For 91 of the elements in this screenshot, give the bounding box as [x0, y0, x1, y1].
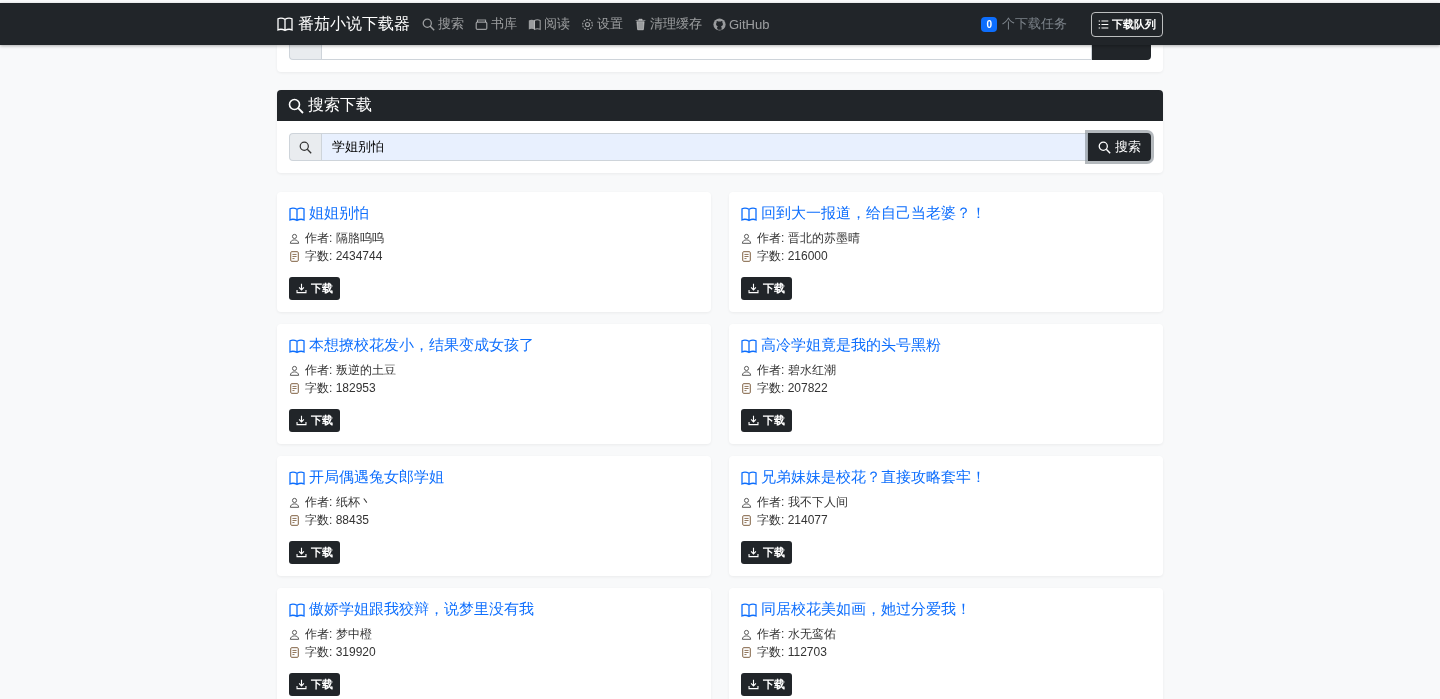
nav-link[interactable]: 搜索: [422, 15, 464, 33]
download-icon: [748, 679, 759, 690]
download-button[interactable]: 下载: [741, 541, 792, 564]
search-icon: [422, 17, 435, 31]
person-icon: [289, 364, 300, 376]
author-text: 作者: 叛逆的土豆: [305, 362, 396, 379]
book-title-link[interactable]: 傲娇学姐跟我狡辩，说梦里没有我: [289, 600, 534, 619]
octocat-icon: [713, 17, 726, 31]
person-icon: [741, 496, 752, 508]
author-text: 作者: 水无鸾佑: [757, 626, 836, 643]
word-count-text: 字数: 2434744: [305, 248, 383, 265]
download-icon: [748, 547, 759, 558]
download-icon: [748, 283, 759, 294]
download-button[interactable]: 下载: [289, 673, 340, 696]
word-count-text: 字数: 319920: [305, 644, 376, 661]
book-title-link[interactable]: 开局偶遇兔女郎学姐: [289, 468, 444, 487]
book-title-link[interactable]: 高冷学姐竟是我的头号黑粉: [741, 336, 941, 355]
nav-link[interactable]: 设置: [581, 15, 623, 33]
task-label: 个下载任务: [1002, 15, 1067, 33]
book-icon: [741, 205, 757, 222]
author-text: 作者: 我不下人间: [757, 494, 848, 511]
download-icon: [296, 415, 307, 426]
author-text: 作者: 隔胳呜呜: [305, 230, 384, 247]
book-icon: [741, 601, 757, 618]
author-text: 作者: 梦中橙: [305, 626, 372, 643]
word-count-text: 字数: 214077: [757, 512, 828, 529]
nav-link[interactable]: GitHub: [713, 16, 770, 32]
author-text: 作者: 纸杯丶: [305, 494, 372, 511]
document-icon: [289, 250, 300, 262]
download-button[interactable]: 下载: [289, 409, 340, 432]
word-count-text: 字数: 216000: [757, 248, 828, 265]
word-count-text: 字数: 182953: [305, 380, 376, 397]
book-icon: [741, 337, 757, 354]
download-icon: [748, 415, 759, 426]
download-button[interactable]: 下载: [741, 673, 792, 696]
book-title-link[interactable]: 兄弟妹妹是校花？直接攻略套牢！: [741, 468, 986, 487]
download-button[interactable]: 下载: [289, 541, 340, 564]
download-icon: [296, 283, 307, 294]
book-icon: [741, 469, 757, 486]
document-icon: [289, 382, 300, 394]
book-title-link[interactable]: 姐姐别怕: [289, 204, 369, 223]
box-icon: [475, 17, 488, 31]
word-count-text: 字数: 112703: [757, 644, 827, 661]
person-icon: [289, 628, 300, 640]
book-icon: [289, 337, 305, 354]
author-text: 作者: 晋北的苏墨晴: [757, 230, 860, 247]
download-icon: [296, 679, 307, 690]
book-title-link[interactable]: 本想撩校花发小，结果变成女孩了: [289, 336, 534, 355]
document-icon: [741, 382, 752, 394]
book-icon: [528, 17, 541, 31]
nav-link[interactable]: 书库: [475, 15, 517, 33]
brand-link[interactable]: 番茄小说下载器: [277, 13, 410, 35]
settings-icon: [581, 17, 594, 31]
search-field[interactable]: 学姐别怕: [321, 133, 1088, 161]
nav-link[interactable]: 阅读: [528, 15, 570, 33]
download-button[interactable]: 下载: [741, 409, 792, 432]
document-icon: [741, 646, 752, 658]
task-count-badge: 0: [981, 16, 997, 32]
download-button[interactable]: [1092, 45, 1151, 60]
search-icon: [1098, 140, 1111, 154]
input-field[interactable]: [321, 45, 1092, 60]
person-icon: [741, 232, 752, 244]
word-count-text: 字数: 207822: [757, 380, 828, 397]
document-icon: [741, 514, 752, 526]
word-count-text: 字数: 88435: [305, 512, 370, 529]
person-icon: [741, 628, 752, 640]
book-icon: [289, 601, 305, 618]
download-icon: [296, 547, 307, 558]
book-icon: [289, 469, 305, 486]
nav-link[interactable]: 清理缓存: [634, 15, 702, 33]
search-button[interactable]: 搜索: [1088, 133, 1151, 161]
trash-icon: [634, 17, 647, 31]
author-text: 作者: 碧水红潮: [757, 362, 836, 379]
book-title-link[interactable]: 回到大一报道，给自己当老婆？！: [741, 204, 986, 223]
document-icon: [741, 250, 752, 262]
list-icon: [1098, 18, 1109, 30]
person-icon: [289, 232, 300, 244]
document-icon: [289, 646, 300, 658]
download-button[interactable]: 下载: [289, 277, 340, 300]
queue-button[interactable]: 下载队列: [1091, 11, 1163, 37]
book-icon: [289, 205, 305, 222]
book-title-link[interactable]: 同居校花美如画，她过分爱我！: [741, 600, 971, 619]
search-icon: [299, 140, 312, 154]
card-title: 搜索下载: [308, 95, 372, 115]
document-icon: [289, 514, 300, 526]
download-button[interactable]: 下载: [741, 277, 792, 300]
input-addon: [289, 45, 321, 60]
search-icon: [288, 97, 304, 114]
person-icon: [741, 364, 752, 376]
book-icon: [277, 16, 293, 32]
person-icon: [289, 496, 300, 508]
